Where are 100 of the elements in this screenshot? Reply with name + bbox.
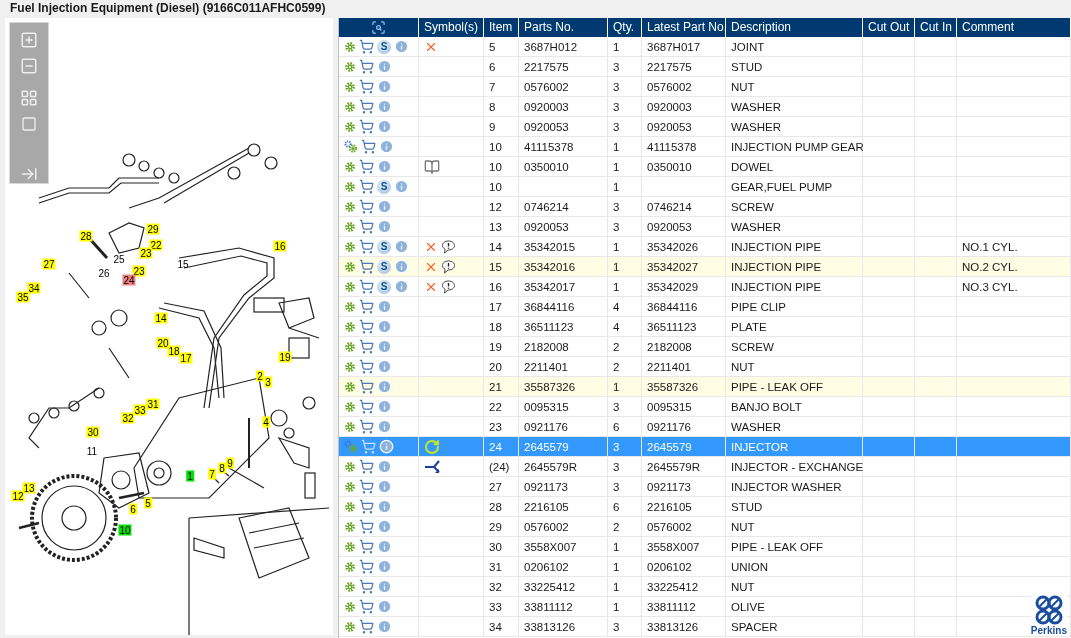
info-icon[interactable] — [379, 439, 394, 454]
gear-icon[interactable] — [344, 100, 356, 113]
info-icon[interactable] — [377, 419, 392, 434]
callout-label[interactable]: 2 — [256, 370, 264, 382]
cart-icon[interactable] — [359, 99, 374, 114]
cart-icon[interactable] — [359, 219, 374, 234]
callout-label[interactable]: 8 — [218, 462, 226, 474]
callout-label[interactable]: 23 — [132, 265, 146, 277]
callout-label[interactable]: 12 — [11, 490, 25, 502]
info-icon[interactable] — [394, 279, 409, 294]
info-icon[interactable] — [377, 299, 392, 314]
info-icon[interactable] — [377, 79, 392, 94]
gear-icon[interactable] — [344, 300, 356, 313]
gear-icon[interactable] — [344, 160, 356, 173]
info-icon[interactable] — [377, 159, 392, 174]
column-header[interactable]: Parts No. — [519, 18, 608, 37]
callout-label[interactable]: 30 — [86, 426, 100, 438]
cart-icon[interactable] — [359, 459, 374, 474]
callout-label[interactable]: 10 — [118, 524, 132, 536]
callout-label[interactable]: 24 — [122, 274, 136, 286]
gear-icon[interactable] — [344, 600, 356, 613]
gear-icon[interactable] — [344, 540, 356, 553]
cart-icon[interactable] — [359, 239, 374, 254]
callout-label[interactable]: 22 — [149, 239, 163, 251]
gear-icon[interactable] — [344, 280, 356, 293]
gear-icon[interactable] — [344, 460, 356, 473]
callout-label[interactable]: 6 — [129, 503, 137, 515]
service-badge[interactable]: S — [377, 239, 391, 254]
callout-label[interactable]: 33 — [133, 404, 147, 416]
info-icon[interactable] — [377, 599, 392, 614]
info-icon[interactable] — [377, 379, 392, 394]
callout-label[interactable]: 16 — [273, 240, 287, 252]
callout-label[interactable]: 18 — [167, 345, 181, 357]
callout-label[interactable]: 35 — [16, 291, 30, 303]
gear-icon[interactable] — [344, 380, 356, 393]
gear-icon[interactable] — [344, 80, 356, 93]
callout-label[interactable]: 5 — [144, 497, 152, 509]
callout-label[interactable]: 28 — [79, 230, 93, 242]
cart-icon[interactable] — [359, 539, 374, 554]
callout-label[interactable]: 31 — [146, 398, 160, 410]
info-icon[interactable] — [377, 99, 392, 114]
gear-icon[interactable] — [344, 360, 356, 373]
cart-icon[interactable] — [359, 279, 374, 294]
gears-icon[interactable] — [344, 140, 358, 153]
cart-icon[interactable] — [359, 159, 374, 174]
info-icon[interactable] — [379, 139, 394, 154]
gear-icon[interactable] — [344, 620, 356, 633]
gear-icon[interactable] — [344, 420, 356, 433]
gear-icon[interactable] — [344, 580, 356, 593]
gear-icon[interactable] — [344, 480, 356, 493]
cart-icon[interactable] — [359, 579, 374, 594]
info-icon[interactable] — [377, 539, 392, 554]
cart-icon[interactable] — [359, 499, 374, 514]
info-icon[interactable] — [377, 199, 392, 214]
column-header[interactable]: Symbol(s) — [419, 18, 484, 37]
gear-icon[interactable] — [344, 120, 356, 133]
cart-icon[interactable] — [359, 199, 374, 214]
cart-icon[interactable] — [359, 119, 374, 134]
service-badge[interactable]: S — [377, 39, 391, 54]
info-icon[interactable] — [394, 179, 409, 194]
column-header[interactable]: Comment — [957, 18, 1071, 37]
gear-icon[interactable] — [344, 400, 356, 413]
gear-icon[interactable] — [344, 340, 356, 353]
callout-label[interactable]: 27 — [42, 258, 56, 270]
info-icon[interactable] — [377, 59, 392, 74]
cart-icon[interactable] — [359, 319, 374, 334]
cart-icon[interactable] — [359, 519, 374, 534]
zoom-in-button[interactable] — [19, 31, 39, 49]
cart-icon[interactable] — [359, 259, 374, 274]
column-header[interactable]: Item — [484, 18, 519, 37]
column-header[interactable]: Cut In — [915, 18, 957, 37]
service-badge[interactable]: S — [377, 179, 391, 194]
info-icon[interactable] — [394, 39, 409, 54]
cart-icon[interactable] — [359, 619, 374, 634]
gear-icon[interactable] — [344, 40, 356, 53]
gear-icon[interactable] — [344, 320, 356, 333]
cart-icon[interactable] — [361, 139, 376, 154]
gears-icon[interactable] — [344, 440, 358, 453]
column-header[interactable]: Qty. — [608, 18, 642, 37]
info-icon[interactable] — [377, 319, 392, 334]
callout-label[interactable]: 1 — [186, 470, 194, 482]
info-icon[interactable] — [377, 619, 392, 634]
callout-label[interactable]: 17 — [179, 352, 193, 364]
cart-icon[interactable] — [359, 339, 374, 354]
callout-label[interactable]: 9 — [226, 457, 234, 469]
cart-icon[interactable] — [359, 79, 374, 94]
zoom-out-button[interactable] — [19, 57, 39, 75]
info-icon[interactable] — [377, 339, 392, 354]
fit-view-button[interactable] — [19, 115, 39, 133]
callout-label[interactable]: 19 — [278, 351, 292, 363]
info-icon[interactable] — [377, 359, 392, 374]
info-icon[interactable] — [377, 399, 392, 414]
column-header[interactable]: Latest Part No. — [642, 18, 726, 37]
gear-icon[interactable] — [344, 260, 356, 273]
callout-label[interactable]: 14 — [154, 312, 168, 324]
cart-icon[interactable] — [359, 359, 374, 374]
info-icon[interactable] — [377, 579, 392, 594]
callout-label[interactable]: 3 — [264, 376, 272, 388]
gear-icon[interactable] — [344, 220, 356, 233]
callout-label[interactable]: 32 — [121, 412, 135, 424]
